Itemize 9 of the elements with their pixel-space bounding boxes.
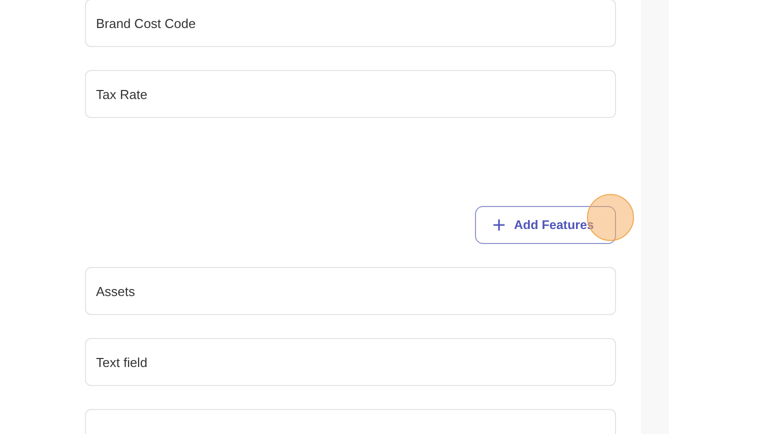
plus-icon [493, 219, 505, 231]
field-card[interactable]: Text field [85, 338, 616, 386]
field-label: Assets [96, 284, 136, 298]
field-card[interactable]: Brand Cost Code [85, 0, 616, 47]
field-card[interactable]: Tax Rate [85, 70, 616, 118]
field-label: Text field [96, 354, 148, 370]
field-card[interactable]: Assets [85, 267, 616, 315]
field-label: Brand Cost Code [96, 16, 196, 30]
field-label: Tax Rate [96, 86, 148, 102]
